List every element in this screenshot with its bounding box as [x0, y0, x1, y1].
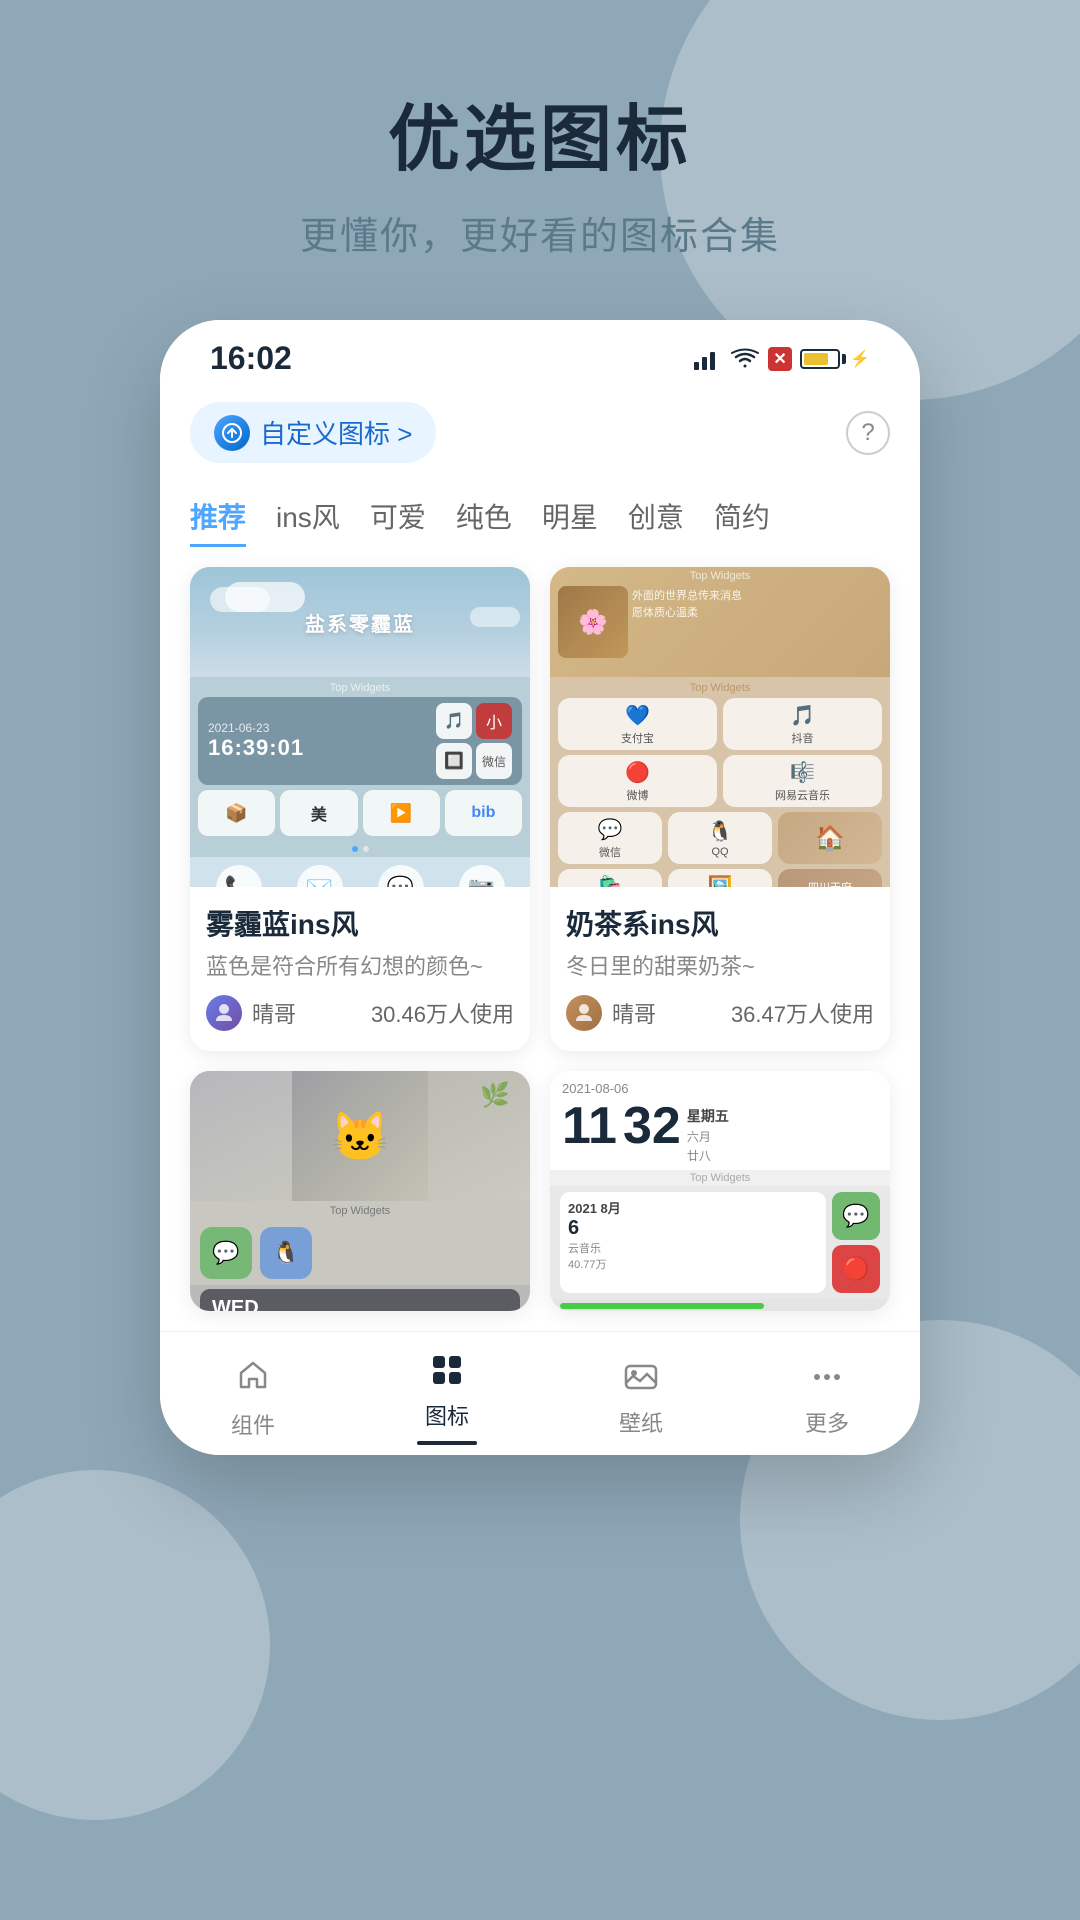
tabs-bar: 推荐 ins风 可爱 纯色 明星 创意 简约 [190, 488, 890, 547]
custom-icon-dot [214, 415, 250, 451]
card-1-avatar [206, 995, 242, 1031]
nav-wallpaper-label: 壁纸 [619, 1406, 663, 1438]
custom-icon-button[interactable]: 自定义图标 > [190, 402, 436, 463]
cards-grid: 👑 盐系零霾蓝 [190, 567, 890, 1311]
status-time: 16:02 [210, 340, 292, 377]
card-4-partial[interactable]: 2021-08-06 11 32 星期五 六月 廿八 [550, 1071, 890, 1311]
bolt-icon: ⚡ [850, 349, 870, 369]
card-3-partial[interactable]: 🐱 🌿 Top Widgets 💬 🐧 [190, 1071, 530, 1311]
nav-icons-label: 图标 [425, 1399, 469, 1431]
tab-ins[interactable]: ins风 [276, 488, 340, 547]
card-1-desc: 蓝色是符合所有幻想的颜色~ [206, 949, 514, 981]
wifi-icon [730, 348, 760, 370]
tab-star[interactable]: 明星 [542, 488, 598, 547]
card-2-avatar [566, 995, 602, 1031]
card-1-title: 雾霾蓝ins风 [206, 903, 514, 943]
custom-icon-bar: 自定义图标 > ? [190, 402, 890, 463]
card-2-info: 奶茶系ins风 冬日里的甜栗奶茶~ 晴哥 36.47万人使用 [550, 887, 890, 1051]
card-2-author: 晴哥 36.47万人使用 [566, 995, 874, 1031]
house-icon [235, 1357, 271, 1402]
card-2-count: 36.47万人使用 [731, 997, 874, 1029]
page-title: 优选图标 [388, 80, 692, 185]
nav-widgets-label: 组件 [231, 1408, 275, 1440]
app-content: 自定义图标 > ? 推荐 ins风 可爱 纯色 明星 创意 简约 [160, 402, 920, 1331]
card-2-title: 奶茶系ins风 [566, 903, 874, 943]
card-1-author: 晴哥 30.46万人使用 [206, 995, 514, 1031]
nav-wallpaper[interactable]: 壁纸 [599, 1359, 683, 1438]
phone-frame: 16:02 ✕ [160, 320, 920, 1455]
signal-icon [694, 348, 722, 370]
tab-solid[interactable]: 纯色 [456, 488, 512, 547]
tab-simple[interactable]: 简约 [714, 488, 770, 547]
nav-more[interactable]: 更多 [785, 1359, 869, 1438]
tab-recommend[interactable]: 推荐 [190, 488, 246, 547]
page-subtitle: 更懂你，更好看的图标合集 [300, 205, 780, 260]
battery-icon: ⚡ [800, 349, 870, 369]
tab-creative[interactable]: 创意 [628, 488, 684, 547]
nav-more-label: 更多 [805, 1406, 849, 1438]
x-status-icon: ✕ [768, 347, 792, 371]
help-button[interactable]: ? [846, 411, 890, 455]
image-icon [623, 1359, 659, 1400]
card-milk-tea[interactable]: Top Widgets 🌸 外面的世界总传来消息愿体质心温柔 [550, 567, 890, 1051]
card-2-desc: 冬日里的甜栗奶茶~ [566, 949, 874, 981]
card-1-author-name: 晴哥 [252, 997, 296, 1029]
dots-icon [809, 1359, 845, 1400]
nav-icons[interactable]: 图标 [397, 1352, 497, 1445]
status-bar: 16:02 ✕ [160, 320, 920, 387]
tab-cute[interactable]: 可爱 [370, 488, 426, 547]
nav-widgets[interactable]: 组件 [211, 1357, 295, 1440]
card-2-preview: Top Widgets 🌸 外面的世界总传来消息愿体质心温柔 [550, 567, 890, 887]
nav-indicator [417, 1441, 477, 1445]
grid-icon [429, 1352, 465, 1393]
status-icons: ✕ ⚡ [694, 347, 870, 371]
card-1-count: 30.46万人使用 [371, 997, 514, 1029]
card-1-info: 雾霾蓝ins风 蓝色是符合所有幻想的颜色~ 晴哥 30.46万人使用 [190, 887, 530, 1051]
bottom-nav: 组件 图标 [160, 1331, 920, 1455]
card-2-author-name: 晴哥 [612, 997, 656, 1029]
card-1-preview: 👑 盐系零霾蓝 [190, 567, 530, 887]
card-misty-blue[interactable]: 👑 盐系零霾蓝 [190, 567, 530, 1051]
custom-icon-label: 自定义图标 > [260, 414, 412, 451]
